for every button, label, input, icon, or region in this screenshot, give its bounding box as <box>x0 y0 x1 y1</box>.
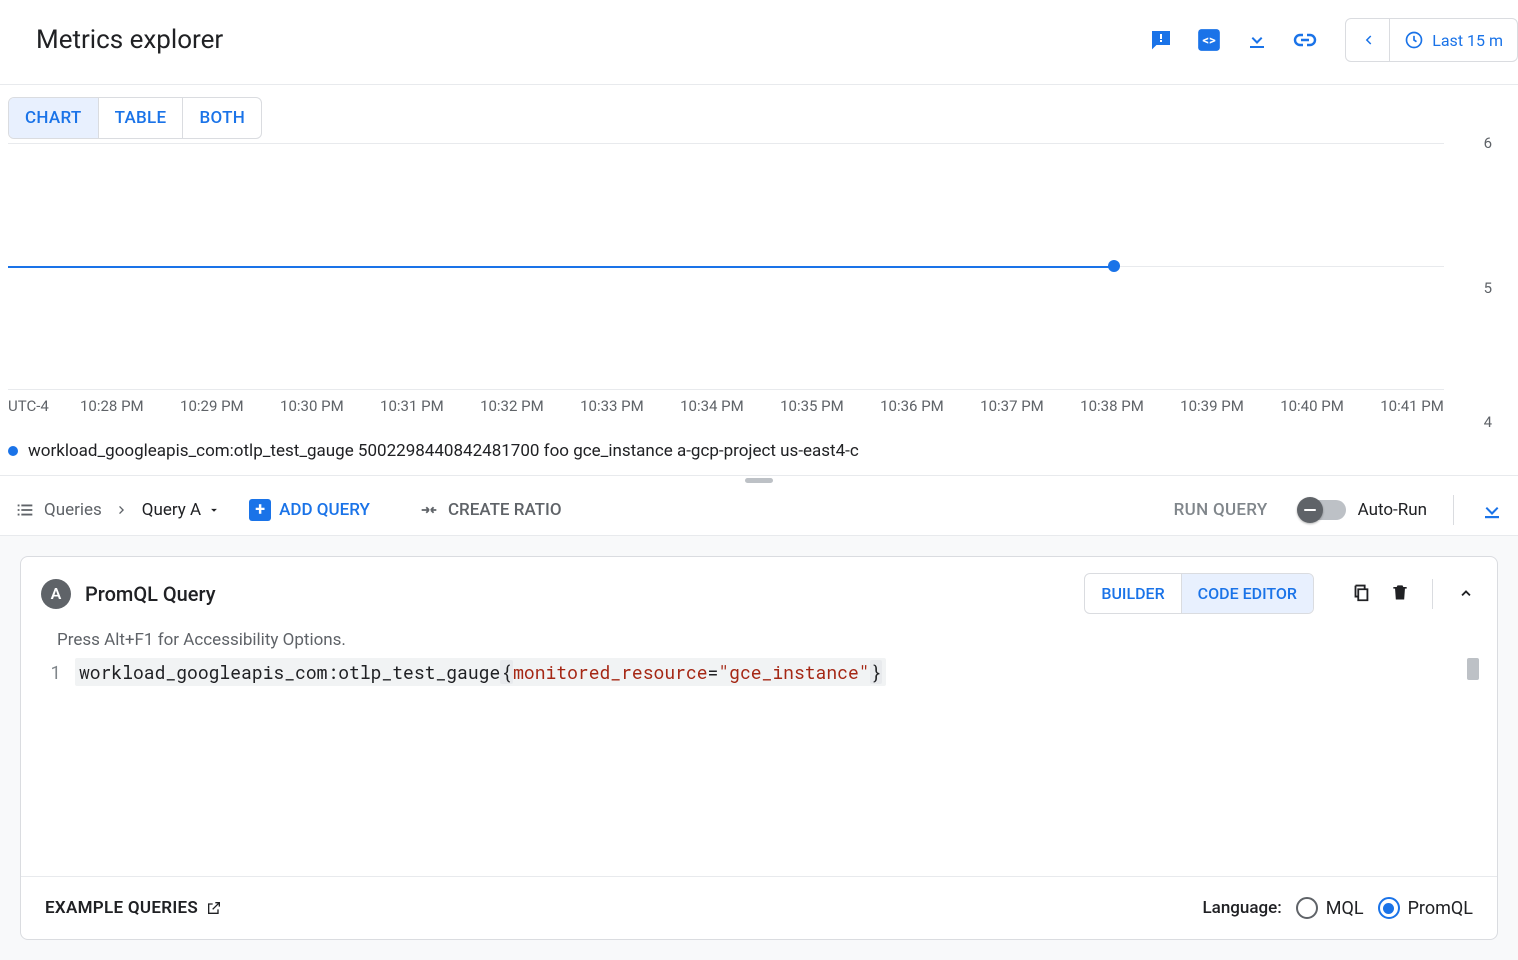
panel-footer: EXAMPLE QUERIES Language: MQL PromQL <box>21 876 1497 939</box>
tab-table[interactable]: TABLE <box>98 98 183 138</box>
x-tick: 10:38 PM <box>1080 397 1144 415</box>
x-axis: UTC-4 10:28 PM 10:29 PM 10:30 PM 10:31 P… <box>8 397 1444 415</box>
tab-both[interactable]: BOTH <box>182 98 261 138</box>
external-link-icon <box>206 900 222 916</box>
y-tick: 5 <box>1484 279 1492 297</box>
x-tick: 10:37 PM <box>980 397 1044 415</box>
x-tick: 10:39 PM <box>1180 397 1244 415</box>
feedback-icon[interactable] <box>1137 16 1185 64</box>
plus-icon: + <box>249 499 271 521</box>
ratio-icon <box>418 499 440 521</box>
chart[interactable]: 6 5 4 UTC-4 10:28 PM 10:29 PM 10:30 PM 1… <box>8 143 1510 433</box>
time-range-group: Last 15 m <box>1345 18 1518 62</box>
legend-color-dot <box>8 446 18 456</box>
auto-run-label: Auto-Run <box>1358 500 1427 520</box>
x-tick: 10:33 PM <box>580 397 644 415</box>
code-editor[interactable]: 1 workload_googleapis_com:otlp_test_gaug… <box>21 658 1497 876</box>
page-title: Metrics explorer <box>36 25 223 55</box>
collapse-panel-button[interactable] <box>1455 581 1477 607</box>
example-queries-link[interactable]: EXAMPLE QUERIES <box>45 898 222 918</box>
time-range-selector[interactable]: Last 15 m <box>1390 30 1517 50</box>
language-label: Language: <box>1202 898 1281 918</box>
panel-title: PromQL Query <box>85 582 216 606</box>
dropdown-icon <box>207 503 221 517</box>
add-query-button[interactable]: + ADD QUERY <box>249 499 370 521</box>
create-ratio-button[interactable]: CREATE RATIO <box>418 499 562 521</box>
editor-mode-toggle: BUILDER CODE EDITOR <box>1084 573 1314 614</box>
tab-chart[interactable]: CHART <box>9 98 98 138</box>
clock-icon <box>1404 30 1424 50</box>
radio-mql[interactable]: MQL <box>1296 897 1364 919</box>
time-range-label: Last 15 m <box>1432 31 1503 50</box>
line-number: 1 <box>35 658 75 686</box>
chart-legend[interactable]: workload_googleapis_com:otlp_test_gauge … <box>0 433 1518 476</box>
x-tick: 10:41 PM <box>1380 397 1444 415</box>
x-tick: 10:29 PM <box>180 397 244 415</box>
query-panel: A PromQL Query BUILDER CODE EDITOR Pr <box>20 556 1498 940</box>
builder-mode-button[interactable]: BUILDER <box>1085 574 1180 613</box>
collapse-all-button[interactable] <box>1480 498 1504 522</box>
download-icon[interactable] <box>1233 16 1281 64</box>
chevron-right-icon <box>114 502 130 518</box>
x-tick: 10:32 PM <box>480 397 544 415</box>
x-tick: 10:31 PM <box>380 397 444 415</box>
series-line <box>8 266 1114 268</box>
radio-promql[interactable]: PromQL <box>1378 897 1473 919</box>
x-tick: 10:40 PM <box>1280 397 1344 415</box>
panel-header: A PromQL Query BUILDER CODE EDITOR <box>21 557 1497 630</box>
y-tick: 6 <box>1484 134 1492 152</box>
query-badge: A <box>41 579 71 609</box>
resize-handle[interactable] <box>0 476 1518 485</box>
chart-plot-area <box>8 143 1444 389</box>
timezone-label: UTC-4 <box>8 397 80 415</box>
x-tick: 10:35 PM <box>780 397 844 415</box>
header: Metrics explorer <> Last 15 m <box>0 0 1518 85</box>
accessibility-hint: Press Alt+F1 for Accessibility Options. <box>21 630 1497 658</box>
link-icon[interactable] <box>1281 16 1329 64</box>
view-tabs: CHART TABLE BOTH <box>8 97 262 139</box>
x-tick: 10:36 PM <box>880 397 944 415</box>
x-tick: 10:28 PM <box>80 397 144 415</box>
code-line[interactable]: workload_googleapis_com:otlp_test_gauge{… <box>75 658 886 686</box>
run-query-button[interactable]: RUN QUERY <box>1174 500 1268 520</box>
language-selector: Language: MQL PromQL <box>1202 897 1473 919</box>
query-selector[interactable]: Query A <box>142 500 221 520</box>
auto-run-toggle[interactable] <box>1300 500 1346 520</box>
delete-icon[interactable] <box>1390 581 1410 607</box>
time-back-button[interactable] <box>1346 18 1390 62</box>
x-tick: 10:30 PM <box>280 397 344 415</box>
queries-label: Queries <box>44 500 102 520</box>
list-icon <box>14 499 36 521</box>
svg-text:<>: <> <box>1203 33 1217 48</box>
y-tick: 4 <box>1484 413 1492 431</box>
editor-scrollbar[interactable] <box>1467 658 1479 680</box>
query-panel-area: A PromQL Query BUILDER CODE EDITOR Pr <box>0 536 1518 960</box>
legend-label: workload_googleapis_com:otlp_test_gauge … <box>28 441 859 461</box>
header-actions: <> Last 15 m <box>1137 16 1518 64</box>
query-toolbar: Queries Query A + ADD QUERY CREATE RATIO… <box>0 485 1518 536</box>
series-last-point <box>1108 260 1120 272</box>
x-tick: 10:34 PM <box>680 397 744 415</box>
json-icon[interactable]: <> <box>1185 16 1233 64</box>
code-editor-mode-button[interactable]: CODE EDITOR <box>1181 574 1313 613</box>
copy-icon[interactable] <box>1350 581 1372 607</box>
